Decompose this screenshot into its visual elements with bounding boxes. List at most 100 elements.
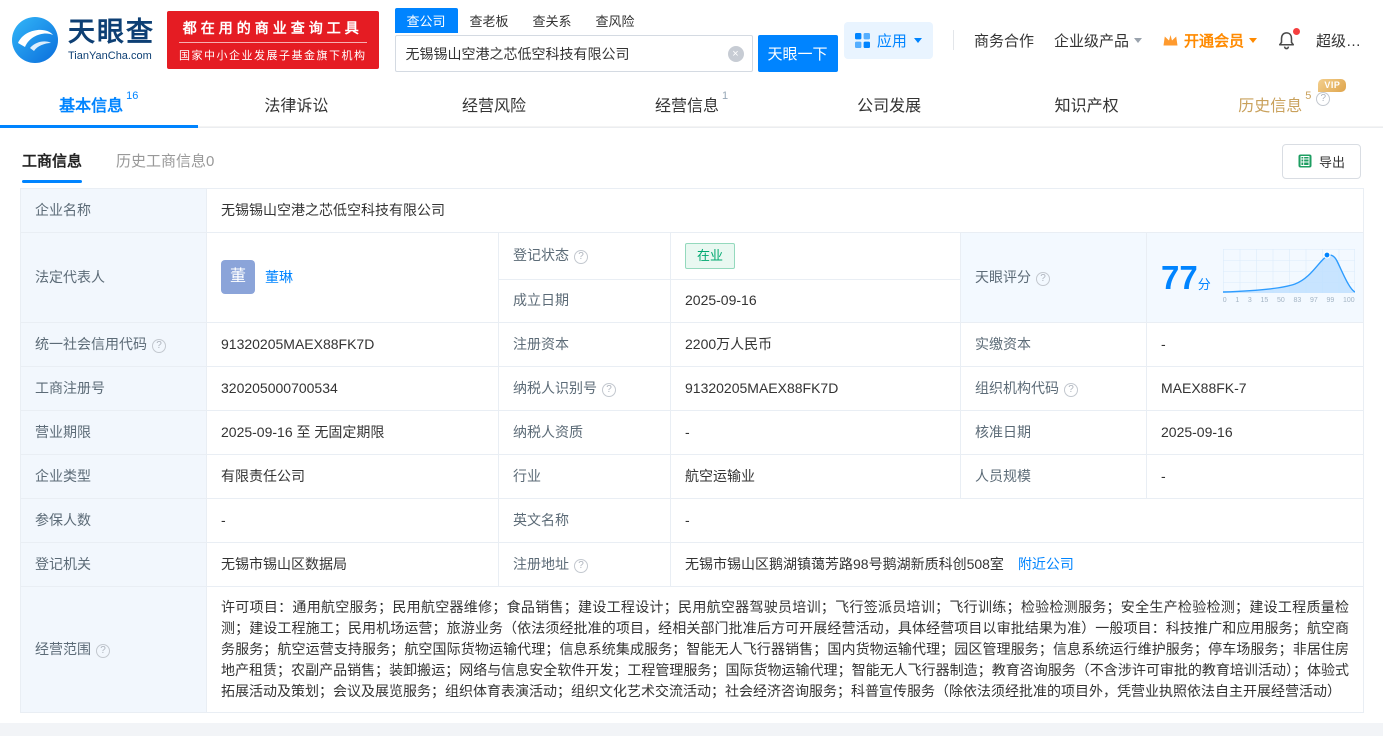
status-badge: 在业 [685,243,735,269]
field-label-legal-rep: 法定代表人 [21,233,207,323]
field-label-taxpayer-id: 纳税人识别号 [499,366,671,410]
field-value-org-code: MAEX88FK-7 [1147,366,1364,410]
field-label-company-type: 企业类型 [21,454,207,498]
subtab-history-business-info[interactable]: 历史工商信息0 [116,150,214,183]
help-icon[interactable] [574,250,588,264]
nav-business-cooperation[interactable]: 商务合作 [974,30,1034,51]
top-header: 天眼查 TianYanCha.com 都在用的商业查询工具 国家中小企业发展子基… [0,0,1383,80]
search-type-tabs: 查公司 查老板 查关系 查风险 [395,8,838,33]
tab-company-development[interactable]: 公司发展 [790,80,988,127]
export-label: 导出 [1319,152,1345,171]
vip-badge: VIP [1318,79,1346,92]
field-value-tyc-score[interactable]: 77分 [1147,233,1364,323]
help-icon[interactable] [1036,272,1050,286]
row-insured-count: 参保人数 - 英文名称 - [21,498,1364,542]
row-credit-code: 统一社会信用代码 91320205MAEX88FK7D 注册资本 2200万人民… [21,322,1364,366]
field-label-business-scope: 经营范围 [21,586,207,712]
legal-rep-link[interactable]: 董琳 [265,267,293,288]
help-icon[interactable] [574,559,588,573]
field-label-taxpayer-quality: 纳税人资质 [499,410,671,454]
field-label-establish-date: 成立日期 [499,279,671,322]
divider [953,30,954,50]
help-icon[interactable] [1316,92,1330,106]
search-tab-company[interactable]: 查公司 [395,8,458,33]
score-value: 77分 [1161,261,1211,294]
apps-menu[interactable]: 应用 [844,22,933,59]
field-value-insured-count: - [207,498,499,542]
notification-dot [1293,28,1300,35]
field-value-taxpayer-quality: - [671,410,961,454]
nav-super-vip[interactable]: 超级… [1316,30,1361,51]
logo-title: 天眼查 [68,18,155,48]
field-value-staff-size: - [1147,454,1364,498]
excel-icon [1298,154,1312,168]
nav-enterprise-products[interactable]: 企业级产品 [1054,30,1142,51]
search-area: 查公司 查老板 查关系 查风险 天眼一下 [395,8,838,72]
search-input[interactable] [395,35,753,72]
chevron-down-icon [1249,38,1257,43]
tab-count: 16 [126,90,138,102]
slogan-line1: 都在用的商业查询工具 [179,18,367,43]
search-tab-relation[interactable]: 查关系 [521,8,584,33]
legal-rep-avatar[interactable]: 董 [221,260,255,294]
brand-slogan-badge: 都在用的商业查询工具 国家中小企业发展子基金旗下机构 [167,11,379,69]
field-value-reg-capital: 2200万人民币 [671,322,961,366]
row-legal-rep: 法定代表人 董 董琳 登记状态 在业 天眼评分 77分 [21,233,1364,280]
help-icon[interactable] [602,383,616,397]
tab-count: 5 [1305,90,1311,102]
field-value-approval-date: 2025-09-16 [1147,410,1364,454]
field-value-reg-number: 320205000700534 [207,366,499,410]
help-icon[interactable] [1064,383,1078,397]
field-label-approval-date: 核准日期 [961,410,1147,454]
field-label-tyc-score: 天眼评分 [961,233,1147,323]
nav-open-vip[interactable]: 开通会员 [1162,30,1257,51]
field-label-industry: 行业 [499,454,671,498]
tab-operating-info[interactable]: 经营信息1 [593,80,791,127]
field-value-taxpayer-id: 91320205MAEX88FK7D [671,366,961,410]
notifications-bell[interactable] [1277,31,1296,50]
subtab-bar: 工商信息 历史工商信息0 导出 [0,128,1383,186]
chevron-down-icon [914,38,922,43]
tab-basic-info[interactable]: 基本信息16 [0,80,198,127]
field-value-company-name: 无锡锡山空港之芯低空科技有限公司 [207,189,1364,233]
grid-icon [855,33,870,48]
row-reg-number: 工商注册号 320205000700534 纳税人识别号 91320205MAE… [21,366,1364,410]
field-label-reg-status: 登记状态 [499,233,671,280]
field-label-reg-capital: 注册资本 [499,322,671,366]
slogan-line2: 国家中小企业发展子基金旗下机构 [179,43,367,63]
subtab-business-info[interactable]: 工商信息 [22,150,82,183]
field-value-reg-address: 无锡市锡山区鹅湖镇蔼芳路98号鹅湖新质科创508室附近公司 [671,542,1364,586]
row-company-type: 企业类型 有限责任公司 行业 航空运输业 人员规模 - [21,454,1364,498]
tab-intellectual-property[interactable]: 知识产权 [988,80,1186,127]
tab-legal-proceedings[interactable]: 法律诉讼 [198,80,396,127]
help-icon[interactable] [152,339,166,353]
field-label-paid-capital: 实缴资本 [961,322,1147,366]
page-bottom-strip [0,723,1383,736]
field-value-business-scope: 许可项目：通用航空服务；民用航空器维修；食品销售；建设工程设计；民用航空器驾驶员… [207,586,1364,712]
logo-subtitle: TianYanCha.com [68,50,155,62]
search-button[interactable]: 天眼一下 [758,35,838,72]
field-value-business-term: 2025-09-16 至 无固定期限 [207,410,499,454]
field-value-paid-capital: - [1147,322,1364,366]
tab-operating-risk[interactable]: 经营风险 [395,80,593,127]
search-tab-risk[interactable]: 查风险 [584,8,647,33]
row-business-scope: 经营范围 许可项目：通用航空服务；民用航空器维修；食品销售；建设工程设计；民用航… [21,586,1364,712]
field-value-english-name: - [671,498,1364,542]
field-label-reg-address: 注册地址 [499,542,671,586]
export-button[interactable]: 导出 [1282,144,1361,179]
field-label-business-term: 营业期限 [21,410,207,454]
tab-history-info[interactable]: VIP 历史信息5 [1185,80,1383,127]
nearby-companies-link[interactable]: 附近公司 [1018,556,1074,572]
field-label-staff-size: 人员规模 [961,454,1147,498]
help-icon[interactable] [96,644,110,658]
score-distribution-chart: 0131550839799100 [1223,249,1355,307]
logo-icon [10,15,60,65]
field-value-establish-date: 2025-09-16 [671,279,961,322]
apps-label: 应用 [877,30,907,51]
field-label-reg-authority: 登记机关 [21,542,207,586]
field-value-legal-rep: 董 董琳 [207,233,499,323]
tianyancha-logo[interactable]: 天眼查 TianYanCha.com [10,15,155,65]
clear-search-icon[interactable] [728,46,744,62]
search-tab-boss[interactable]: 查老板 [458,8,521,33]
field-label-insured-count: 参保人数 [21,498,207,542]
